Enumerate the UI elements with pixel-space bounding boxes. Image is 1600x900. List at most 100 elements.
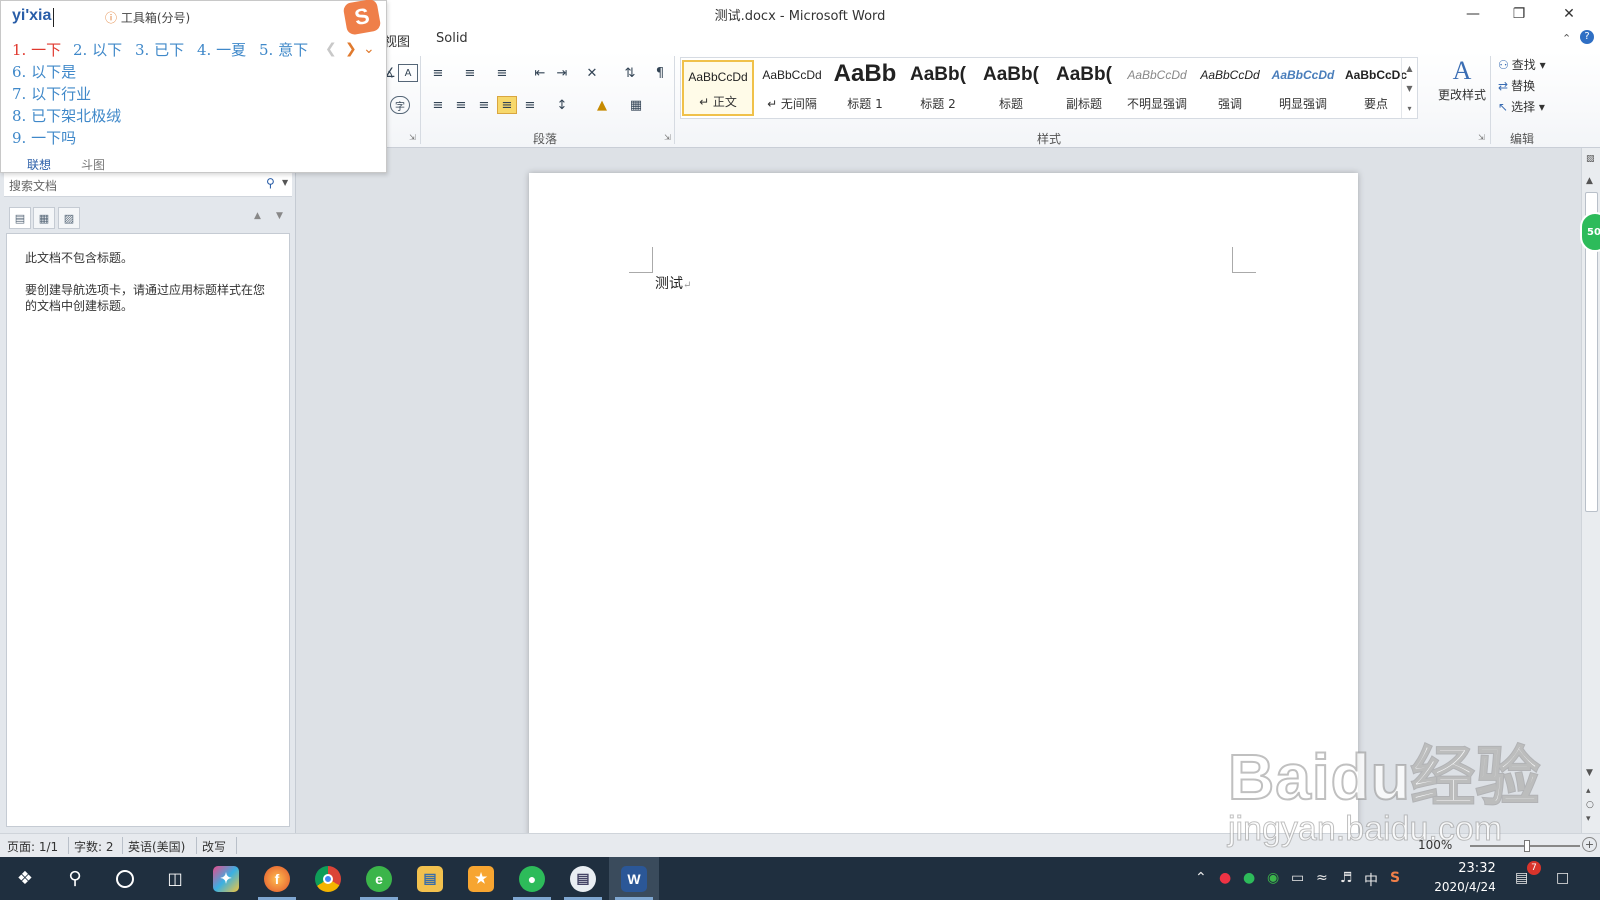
- line-spacing-icon[interactable]: ↕: [552, 96, 572, 114]
- document-page[interactable]: 测试↵: [529, 173, 1358, 833]
- nav-next-icon[interactable]: ▼: [276, 211, 283, 221]
- tab-view[interactable]: 视图: [384, 31, 410, 50]
- firefox-icon[interactable]: f: [252, 857, 302, 900]
- align-left-icon[interactable]: ≡: [428, 96, 448, 114]
- styles-dialog-launcher-icon[interactable]: ⇲: [1478, 133, 1485, 142]
- ime-toolbox-link[interactable]: ⓘ 工具箱(分号): [105, 9, 190, 26]
- style-subtitle[interactable]: AaBb( 副标题: [1048, 60, 1120, 116]
- ime-mode-indicator[interactable]: 中: [1364, 870, 1378, 890]
- ime-tab-doutu[interactable]: 斗图: [81, 156, 105, 173]
- ime-prev-page-icon[interactable]: ❮: [325, 41, 337, 57]
- chrome-icon[interactable]: [303, 857, 353, 900]
- scroll-down-icon[interactable]: ▼: [1586, 768, 1593, 778]
- task-view-icon[interactable]: ◫: [150, 857, 200, 900]
- sogou-tray-icon[interactable]: S: [1390, 870, 1400, 886]
- restore-icon[interactable]: ❐: [1496, 0, 1542, 28]
- change-styles-button[interactable]: A 更改样式: [1436, 56, 1488, 120]
- nav-search-box[interactable]: 搜索文档 ⚲ ▼: [4, 173, 292, 197]
- zoom-in-icon[interactable]: +: [1582, 837, 1597, 852]
- align-right-icon[interactable]: ≡: [474, 96, 494, 114]
- ime-candidate[interactable]: 2. 以下: [73, 39, 122, 60]
- align-center-icon[interactable]: ≡: [451, 96, 471, 114]
- bullets-icon[interactable]: ≡: [428, 64, 448, 82]
- close-icon[interactable]: ✕: [1546, 0, 1592, 28]
- windows-start-icon[interactable]: ❖: [0, 857, 50, 900]
- next-page-icon[interactable]: ▾: [1586, 814, 1591, 824]
- borders-icon[interactable]: ▦: [626, 96, 646, 114]
- status-word-count[interactable]: 字数: 2: [74, 838, 114, 855]
- notepad-tray-icon[interactable]: ▤: [1515, 870, 1528, 886]
- ime-next-page-icon[interactable]: ❯: [345, 41, 357, 57]
- word-icon[interactable]: W: [609, 857, 659, 900]
- gallery-more-icon[interactable]: ▾: [1401, 98, 1417, 118]
- security-tray-icon[interactable]: ◉: [1267, 870, 1279, 886]
- paragraph-dialog-launcher-icon[interactable]: ⇲: [664, 133, 671, 142]
- ime-candidate[interactable]: 3. 已下: [135, 39, 184, 60]
- status-page[interactable]: 页面: 1/1: [7, 838, 58, 855]
- wechat-icon[interactable]: ●: [507, 857, 557, 900]
- select-button[interactable]: ↖ 选择 ▾: [1498, 98, 1545, 115]
- ime-expand-icon[interactable]: ⌄: [363, 41, 375, 57]
- ime-candidate[interactable]: 8. 已下架北极绒: [12, 105, 121, 126]
- style-normal[interactable]: AaBbCcDd ↵ 正文: [682, 60, 754, 116]
- browse-object-icon[interactable]: ○: [1586, 800, 1594, 810]
- chevron-down-icon[interactable]: ▼: [282, 178, 288, 187]
- sort-icon[interactable]: ⇅: [620, 64, 640, 82]
- ime-candidate[interactable]: 4. 一夏: [197, 39, 246, 60]
- style-title[interactable]: AaBb( 标题: [975, 60, 1047, 116]
- nav-previous-icon[interactable]: ▲: [254, 211, 261, 221]
- browser-360-icon[interactable]: e: [354, 857, 404, 900]
- justify-icon[interactable]: ≡: [497, 96, 517, 114]
- multilevel-list-icon[interactable]: ≡: [492, 64, 512, 82]
- ime-candidate[interactable]: 7. 以下行业: [12, 83, 91, 104]
- ime-candidate[interactable]: 9. 一下吗: [12, 127, 76, 148]
- style-intense-emphasis[interactable]: AaBbCcDd 明显强调: [1267, 60, 1339, 116]
- clock-date[interactable]: 2020/4/24: [1428, 880, 1502, 894]
- numbering-icon[interactable]: ≡: [460, 64, 480, 82]
- nav-headings-view-icon[interactable]: ▤: [9, 207, 31, 229]
- wechat-tray-icon[interactable]: ●: [1243, 870, 1255, 886]
- style-subtle-emphasis[interactable]: AaBbCcDd 不明显强调: [1121, 60, 1193, 116]
- cortana-icon[interactable]: [100, 857, 150, 900]
- decrease-indent-icon[interactable]: ⇤: [530, 64, 550, 82]
- search-icon[interactable]: ⚲: [266, 176, 275, 190]
- style-heading-1[interactable]: AaBb 标题 1: [829, 60, 901, 116]
- style-heading-2[interactable]: AaBb( 标题 2: [902, 60, 974, 116]
- style-emphasis[interactable]: AaBbCcDd 强调: [1194, 60, 1266, 116]
- ime-tab-lianxiang[interactable]: 联想: [27, 156, 51, 173]
- ime-candidate[interactable]: 6. 以下是: [12, 61, 76, 82]
- nav-results-view-icon[interactable]: ▨: [58, 207, 80, 229]
- help-icon[interactable]: ?: [1580, 30, 1594, 44]
- find-button[interactable]: ⚇ 查找 ▾: [1498, 56, 1546, 73]
- zoom-slider-thumb[interactable]: [1524, 840, 1530, 852]
- previous-page-icon[interactable]: ▴: [1586, 786, 1591, 796]
- gallery-scroll-down-icon[interactable]: ▼: [1401, 78, 1417, 98]
- minimize-icon[interactable]: —: [1450, 0, 1496, 28]
- show-hidden-icons-icon[interactable]: ⌃: [1195, 870, 1207, 886]
- file-explorer-icon[interactable]: ▤: [405, 857, 455, 900]
- replace-button[interactable]: ⇄ 替换: [1498, 77, 1535, 94]
- nav-search-input[interactable]: 搜索文档: [9, 177, 57, 194]
- battery-icon[interactable]: ▭: [1291, 870, 1304, 886]
- collapse-ribbon-icon[interactable]: ⌃: [1562, 32, 1571, 45]
- ime-pinyin-input[interactable]: yi'xia: [12, 7, 51, 25]
- status-language[interactable]: 英语(美国): [128, 838, 185, 855]
- increase-indent-icon[interactable]: ⇥: [552, 64, 572, 82]
- char-border-icon[interactable]: A: [398, 64, 418, 82]
- shading-icon[interactable]: ▲: [592, 96, 612, 114]
- chinese-layout-icon[interactable]: ✕: [582, 64, 602, 82]
- scroll-up-icon[interactable]: ▲: [1586, 176, 1593, 186]
- document-body-text[interactable]: 测试↵: [655, 273, 691, 293]
- zoom-level[interactable]: 100%: [1418, 838, 1452, 852]
- font-dialog-launcher-icon[interactable]: ⇲: [409, 133, 416, 142]
- qq-icon[interactable]: ●: [1219, 870, 1231, 886]
- ruler-toggle-icon[interactable]: ▧: [1586, 154, 1595, 164]
- status-overtype-mode[interactable]: 改写: [202, 838, 226, 855]
- document-viewer-icon[interactable]: ▤: [558, 857, 608, 900]
- ime-candidate[interactable]: 1. 一下: [12, 39, 61, 60]
- enclosed-char-icon[interactable]: 字: [390, 96, 410, 114]
- clock-time[interactable]: 23:32: [1445, 861, 1509, 876]
- style-no-spacing[interactable]: AaBbCcDd ↵ 无间隔: [756, 60, 828, 116]
- search-icon[interactable]: ⚲: [50, 857, 100, 900]
- app-store-icon[interactable]: ★: [456, 857, 506, 900]
